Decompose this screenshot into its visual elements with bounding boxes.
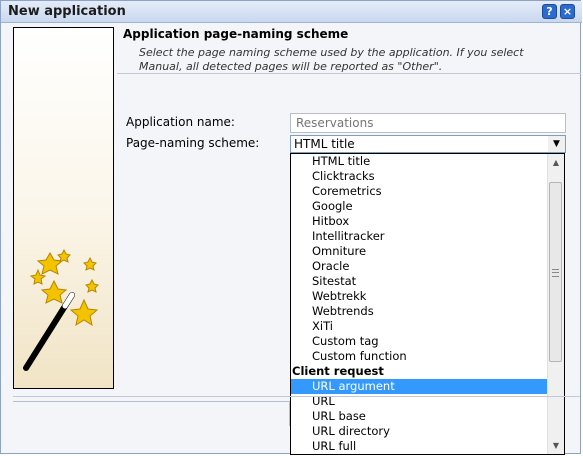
dropdown-option[interactable]: URL full [291, 439, 547, 454]
button-area [13, 401, 290, 426]
scheme-selected-value: HTML title [294, 137, 355, 151]
dropdown-option[interactable]: Coremetrics [291, 184, 547, 199]
dropdown-option[interactable]: Custom function [291, 349, 547, 364]
dropdown-option[interactable]: Webtrends [291, 304, 547, 319]
title-bar: New application ? × [1, 1, 582, 23]
window-title: New application [8, 4, 126, 19]
dropdown-option[interactable]: URL base [291, 409, 547, 424]
new-application-dialog: New application ? × Application page-nam… [0, 0, 582, 455]
dropdown-option[interactable]: Hitbox [291, 214, 547, 229]
dropdown-option[interactable]: Omniture [291, 244, 547, 259]
wizard-image-panel [13, 27, 114, 389]
dropdown-group-label: Client request [292, 364, 384, 378]
dropdown-option[interactable]: URL argument [291, 379, 547, 394]
dropdown-option[interactable]: Oracle [291, 259, 547, 274]
app-name-label: Application name: [126, 115, 235, 129]
dropdown-option[interactable]: Custom tag [291, 334, 547, 349]
dropdown-option[interactable]: URL directory [291, 424, 547, 439]
dropdown-option[interactable]: Google [291, 199, 547, 214]
header-divider [117, 73, 581, 74]
magic-wand-stars-icon [23, 248, 99, 371]
dropdown-option[interactable]: Clicktracks [291, 169, 547, 184]
close-icon[interactable]: × [560, 4, 575, 19]
app-name-input[interactable] [290, 113, 566, 133]
dropdown-option[interactable]: Intellitracker [291, 229, 547, 244]
dropdown-option[interactable]: XiTi [291, 319, 547, 334]
page-description: Select the page naming scheme used by th… [139, 46, 524, 73]
grip-icon [552, 269, 559, 277]
footer-divider [13, 396, 580, 397]
scroll-thumb[interactable] [549, 182, 562, 362]
dropdown-option[interactable]: Webtrekk [291, 289, 547, 304]
scheme-dropdown-list: HTML title Clicktracks Coremetrics Google Hi… [290, 153, 565, 455]
dropdown-scrollbar[interactable]: ▲ ▼ [547, 154, 564, 454]
page-naming-scheme-select[interactable]: HTML title ▼ [290, 135, 566, 153]
scheme-label: Page-naming scheme: [126, 136, 260, 150]
dropdown-option[interactable]: HTML title [291, 154, 547, 169]
scroll-down-icon[interactable]: ▼ [548, 437, 564, 454]
dropdown-option[interactable]: Sitestat [291, 274, 547, 289]
chevron-down-icon[interactable]: ▼ [548, 136, 565, 152]
scroll-up-icon[interactable]: ▲ [548, 154, 564, 171]
page-title: Application page-naming scheme [123, 27, 349, 41]
help-icon[interactable]: ? [542, 4, 557, 19]
